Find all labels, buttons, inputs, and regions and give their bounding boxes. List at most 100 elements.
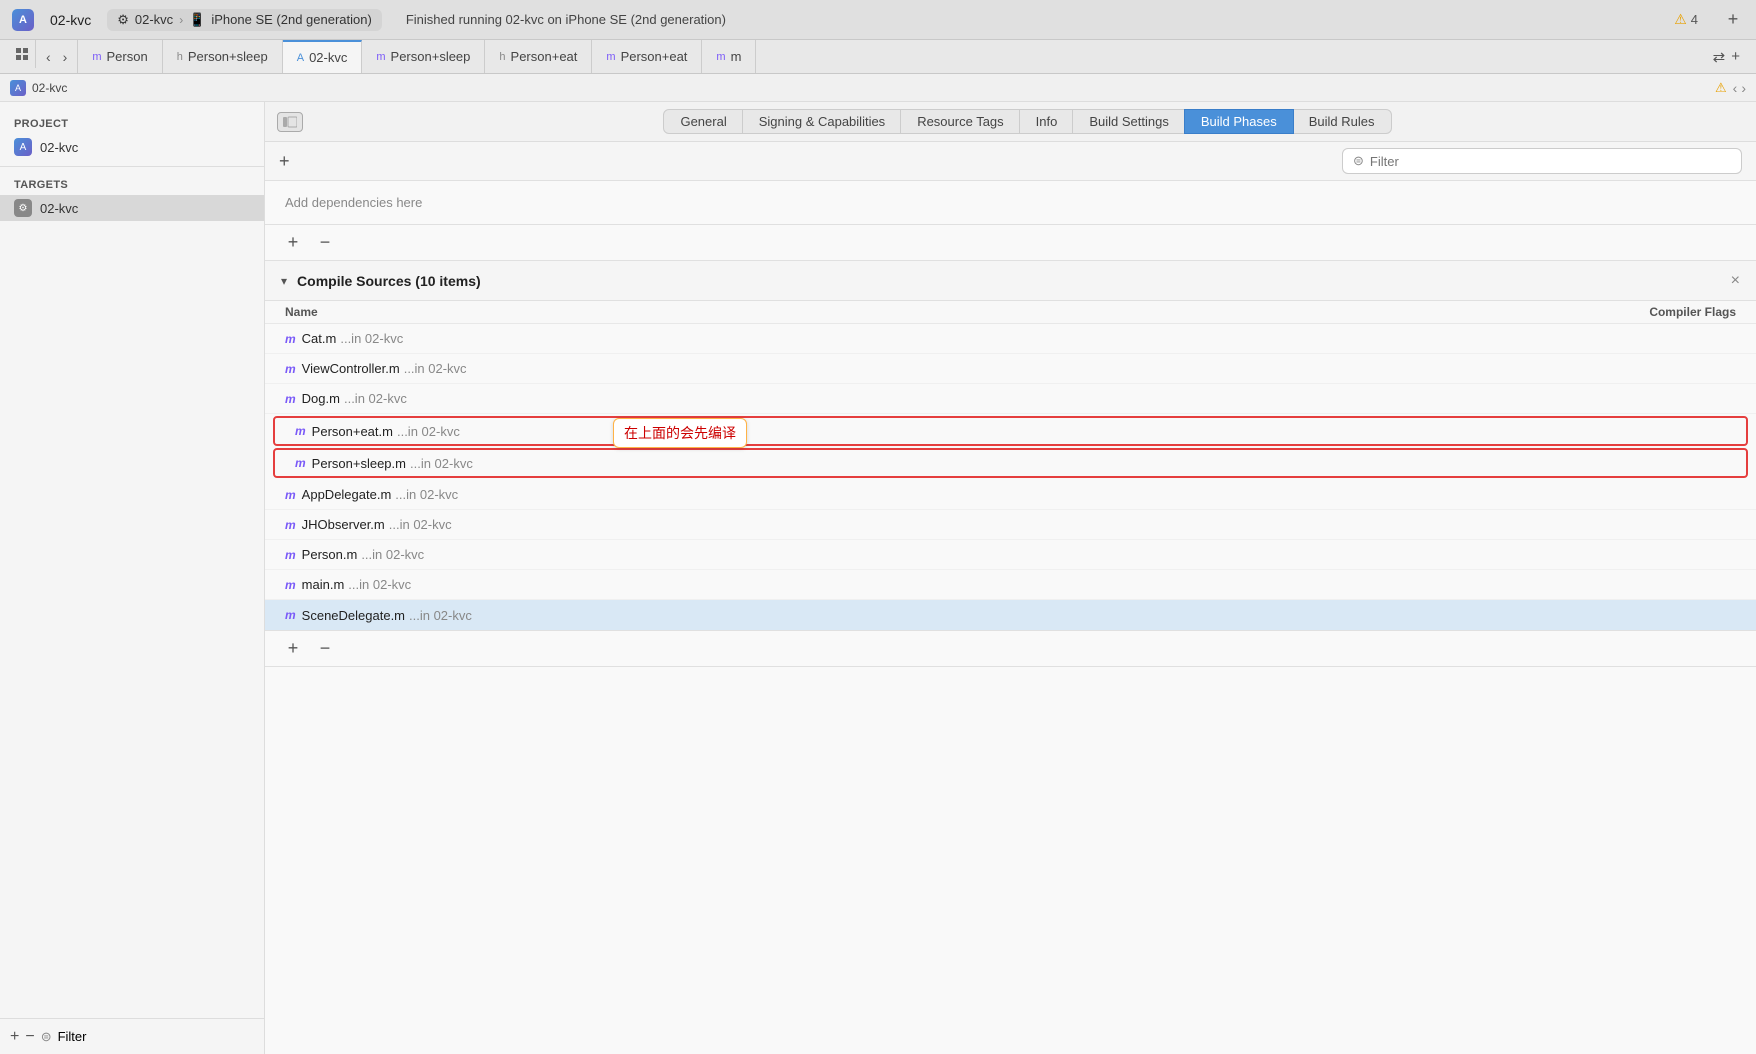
target-item-label: 02-kvc xyxy=(40,201,78,216)
toggle-sidebar-button[interactable] xyxy=(277,112,303,132)
file-name-cat: Cat.m xyxy=(302,331,337,346)
file-icon-person-sleep: m xyxy=(295,456,306,470)
tab-person[interactable]: m Person xyxy=(78,40,162,73)
breadcrumb-device-icon: 📱 xyxy=(189,12,205,28)
table-header-row: Name Compiler Flags xyxy=(265,301,1756,324)
sidebar-filter-label: Filter xyxy=(58,1029,87,1044)
sidebar-add-button[interactable]: + xyxy=(10,1028,19,1046)
alert-badge: ⚠ 4 xyxy=(1674,11,1698,28)
compile-chevron[interactable]: ▾ xyxy=(281,274,287,288)
compile-title: Compile Sources (10 items) xyxy=(297,273,481,289)
file-name-person-sleep: Person+sleep.m xyxy=(312,456,406,471)
tab-info[interactable]: Info xyxy=(1019,109,1075,134)
add-phase-button[interactable]: + xyxy=(279,151,290,172)
settings-tabs: General Signing & Capabilities Resource … xyxy=(311,109,1744,134)
grid-view-button[interactable] xyxy=(8,40,36,68)
alert-count: 4 xyxy=(1691,12,1698,27)
tab-icon-person-sleep: h xyxy=(177,51,183,63)
breadcrumb-project: 02-kvc xyxy=(135,12,173,27)
add-dep-button[interactable]: + xyxy=(281,231,305,255)
tab-m[interactable]: m m xyxy=(702,40,756,73)
project-item-label: 02-kvc xyxy=(40,140,78,155)
tab-signing[interactable]: Signing & Capabilities xyxy=(742,109,902,134)
file-name-jhobserver: JHObserver.m xyxy=(302,517,385,532)
tab-icon-02-kvc: A xyxy=(297,52,304,64)
tab-resource[interactable]: Resource Tags xyxy=(900,109,1020,134)
file-icon-main: m xyxy=(285,578,296,592)
tab-forward-button[interactable]: › xyxy=(59,47,72,67)
file-name-viewcontroller: ViewController.m xyxy=(302,361,400,376)
file-icon-cat: m xyxy=(285,332,296,346)
table-row[interactable]: m main.m ...in 02-kvc xyxy=(265,570,1756,600)
tab-build-phases[interactable]: Build Phases xyxy=(1184,109,1294,134)
project-icon: A xyxy=(14,138,32,156)
target-icon: ⚙ xyxy=(14,199,32,217)
table-row-person-eat[interactable]: m Person+eat.m ...in 02-kvc xyxy=(273,416,1748,446)
file-icon-person-eat: m xyxy=(295,424,306,438)
tab-person-eat-h[interactable]: h Person+eat xyxy=(485,40,592,73)
file-name-dog: Dog.m xyxy=(302,391,340,406)
sidebar-item-project[interactable]: A 02-kvc xyxy=(0,134,264,160)
remove-dep-button[interactable]: − xyxy=(313,231,337,255)
file-path-scenedelegate: ...in 02-kvc xyxy=(409,608,472,623)
table-row[interactable]: m JHObserver.m ...in 02-kvc xyxy=(265,510,1756,540)
breadcrumb-nav[interactable]: ‹ › xyxy=(1733,80,1746,96)
main-layout: PROJECT A 02-kvc TARGETS ⚙ 02-kvc + − ⊜ … xyxy=(0,102,1756,1054)
file-path-dog: ...in 02-kvc xyxy=(344,391,407,406)
compile-add-button[interactable]: + xyxy=(281,637,305,661)
tab-label-02-kvc: 02-kvc xyxy=(309,50,347,65)
compile-section: ▾ Compile Sources (10 items) × Name Comp… xyxy=(265,261,1756,667)
breadcrumb-project-name: 02-kvc xyxy=(32,81,67,95)
tab-build-settings[interactable]: Build Settings xyxy=(1072,109,1186,134)
add-editor-button[interactable]: + xyxy=(1731,48,1740,65)
tab-nav-arrows[interactable]: ‹ › xyxy=(36,40,78,73)
breadcrumb-row: A 02-kvc ⚠ ‹ › xyxy=(0,74,1756,102)
tab-general[interactable]: General xyxy=(663,109,743,134)
breadcrumb-pill[interactable]: ⚙ 02-kvc › 📱 iPhone SE (2nd generation) xyxy=(107,9,382,31)
breadcrumb-forward[interactable]: › xyxy=(1741,80,1746,96)
column-name: Name xyxy=(285,305,1536,319)
table-row[interactable]: m Dog.m ...in 02-kvc xyxy=(265,384,1756,414)
project-section-label: PROJECT xyxy=(0,112,264,134)
file-icon-dog: m xyxy=(285,392,296,406)
sidebar-remove-button[interactable]: − xyxy=(25,1028,34,1046)
compile-close-button[interactable]: × xyxy=(1731,272,1740,290)
tab-build-rules[interactable]: Build Rules xyxy=(1292,109,1392,134)
filter-icon: ⊜ xyxy=(1353,153,1364,169)
table-row[interactable]: m ViewController.m ...in 02-kvc xyxy=(265,354,1756,384)
add-tab-button[interactable]: + xyxy=(1722,9,1744,31)
tab-label-person-sleep-2: Person+sleep xyxy=(391,49,471,64)
split-editor-button[interactable]: ⇄ xyxy=(1713,48,1726,66)
tab-icon-person-sleep-2: m xyxy=(376,51,385,63)
tab-person-eat-m[interactable]: m Person+eat xyxy=(592,40,702,73)
sidebar-body: PROJECT A 02-kvc TARGETS ⚙ 02-kvc xyxy=(0,102,264,1018)
filter-input[interactable] xyxy=(1370,154,1670,169)
table-row[interactable]: m Person.m ...in 02-kvc xyxy=(265,540,1756,570)
tab-person-sleep-2[interactable]: m Person+sleep xyxy=(362,40,485,73)
file-icon-viewcontroller: m xyxy=(285,362,296,376)
tab-label-person-sleep: Person+sleep xyxy=(188,49,268,64)
sidebar-item-target[interactable]: ⚙ 02-kvc xyxy=(0,195,264,221)
breadcrumb-back[interactable]: ‹ xyxy=(1733,80,1738,96)
tab-02-kvc[interactable]: A 02-kvc xyxy=(283,40,363,73)
file-icon-jhobserver: m xyxy=(285,518,296,532)
tab-label-person: Person xyxy=(107,49,148,64)
breadcrumb-app-icon: A xyxy=(10,80,26,96)
table-row-scenedelegate[interactable]: m SceneDelegate.m ...in 02-kvc xyxy=(265,600,1756,630)
file-path-main: ...in 02-kvc xyxy=(348,577,411,592)
table-row[interactable]: m AppDelegate.m ...in 02-kvc xyxy=(265,480,1756,510)
table-row-person-sleep[interactable]: m Person+sleep.m ...in 02-kvc xyxy=(273,448,1748,478)
status-text: Finished running 02-kvc on iPhone SE (2n… xyxy=(406,12,726,27)
sidebar: PROJECT A 02-kvc TARGETS ⚙ 02-kvc + − ⊜ … xyxy=(0,102,265,1054)
filter-input-wrap[interactable]: ⊜ xyxy=(1342,148,1742,174)
table-row[interactable]: m Cat.m ...in 02-kvc xyxy=(265,324,1756,354)
compile-table: m Cat.m ...in 02-kvc m ViewController.m … xyxy=(265,324,1756,630)
targets-section-label: TARGETS xyxy=(0,173,264,195)
tab-back-button[interactable]: ‹ xyxy=(42,47,55,67)
tab-icon-person-eat-h: h xyxy=(499,51,505,63)
file-path-person-sleep: ...in 02-kvc xyxy=(410,456,473,471)
file-name-scenedelegate: SceneDelegate.m xyxy=(302,608,405,623)
compile-remove-button[interactable]: − xyxy=(313,637,337,661)
alert-icon: ⚠ xyxy=(1674,11,1687,28)
tab-person-sleep[interactable]: h Person+sleep xyxy=(163,40,283,73)
